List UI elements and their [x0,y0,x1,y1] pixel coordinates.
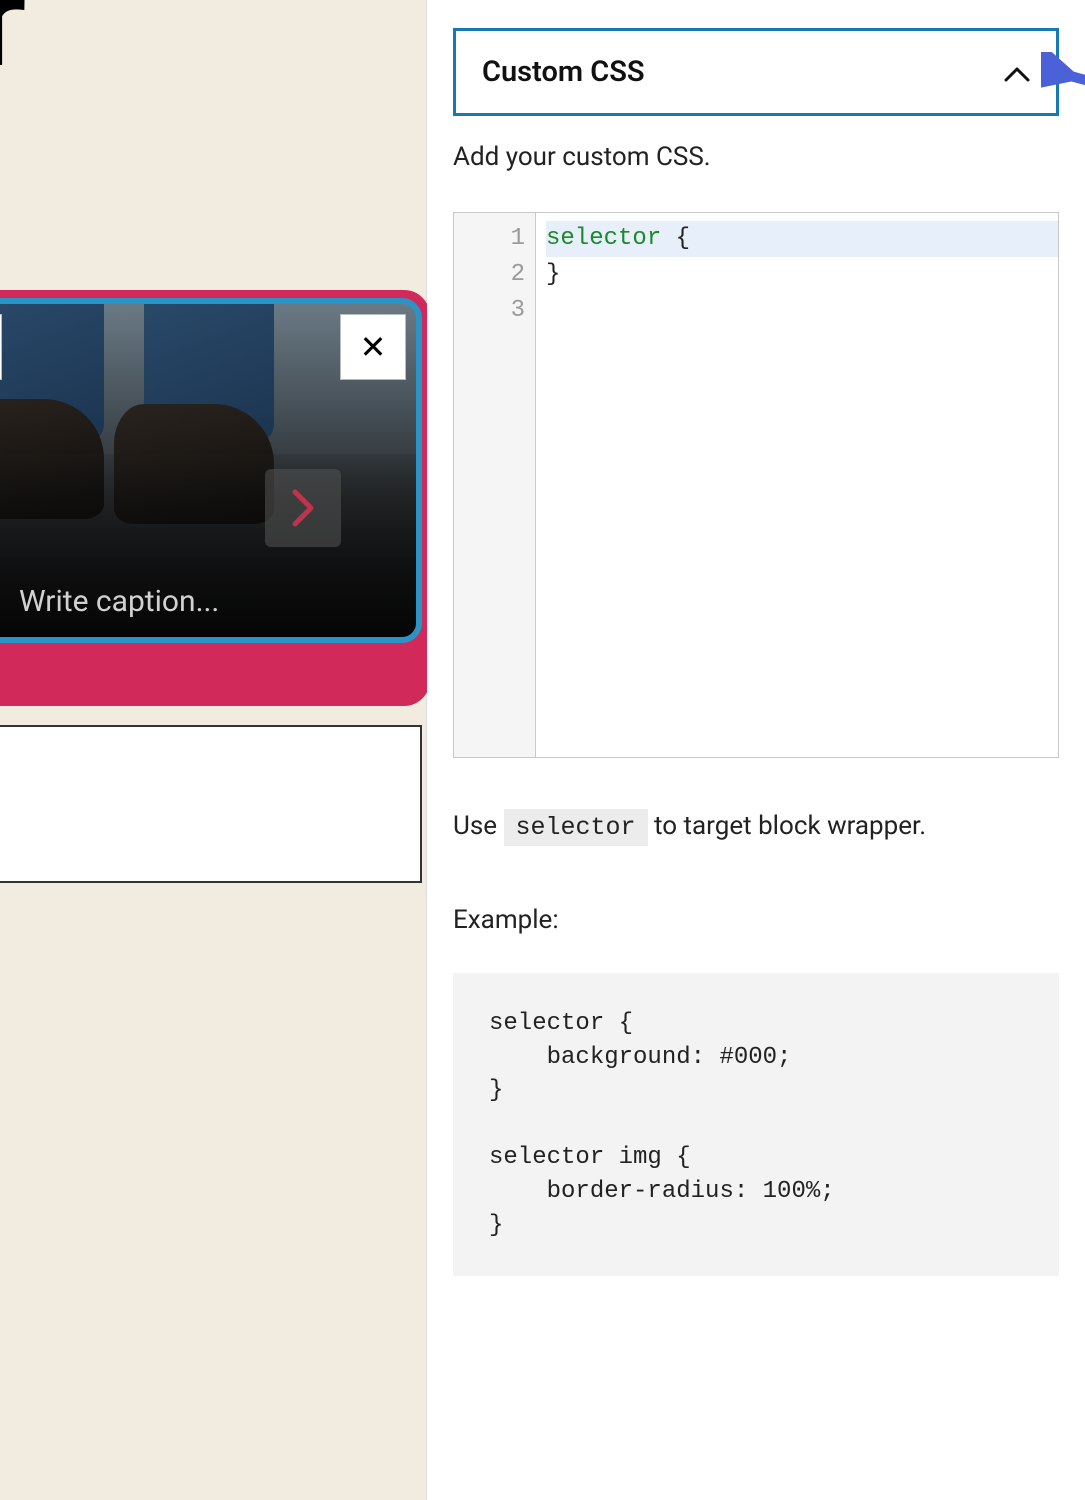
slide-image[interactable]: › ✕ Write caption... [0,298,422,643]
next-slide-button[interactable] [265,469,341,547]
selected-slider-block[interactable]: › ✕ Write caption... [0,290,430,706]
line-number-gutter: 1 2 3 [454,213,536,757]
title-line-1: To Our [0,0,21,101]
code-line [546,293,1058,329]
toolbar-button[interactable]: › [0,314,2,380]
code-line: } [546,257,1058,293]
section-title: Custom CSS [482,55,645,89]
close-icon: ✕ [360,328,387,366]
remove-slide-button[interactable]: ✕ [340,314,406,380]
caption-input[interactable]: Write caption... [19,584,219,619]
example-label: Example: [453,905,1059,935]
selector-hint: Use selector to target block wrapper. [453,808,1059,845]
custom-css-editor[interactable]: 1 2 3 selector { } [453,212,1059,758]
hint-text-pre: Use [453,811,504,841]
inline-code: selector [504,809,648,846]
example-code-block: selector { background: #000; } selector … [453,973,1059,1276]
line-number: 3 [454,293,525,329]
line-number: 2 [454,257,525,293]
settings-sidebar: Custom CSS Add your custom CSS. 1 2 3 se… [427,0,1085,1500]
block-spacer [0,643,422,698]
editor-canvas: To Our e › ✕ Write ca [0,0,427,1500]
page-title: To Our e [0,0,21,217]
block-selection-outline: › ✕ Write caption... [0,290,430,706]
custom-css-panel-toggle[interactable]: Custom CSS [453,28,1059,116]
chevron-right-icon [290,488,316,528]
intro-text: Add your custom CSS. [453,142,1059,172]
code-line: selector { [546,221,1058,257]
chevron-up-icon [1004,56,1030,89]
code-textarea[interactable]: selector { } [536,213,1058,757]
empty-paragraph-block[interactable] [0,725,422,883]
line-number: 1 [454,221,525,257]
hint-text-post: to target block wrapper. [648,811,927,841]
